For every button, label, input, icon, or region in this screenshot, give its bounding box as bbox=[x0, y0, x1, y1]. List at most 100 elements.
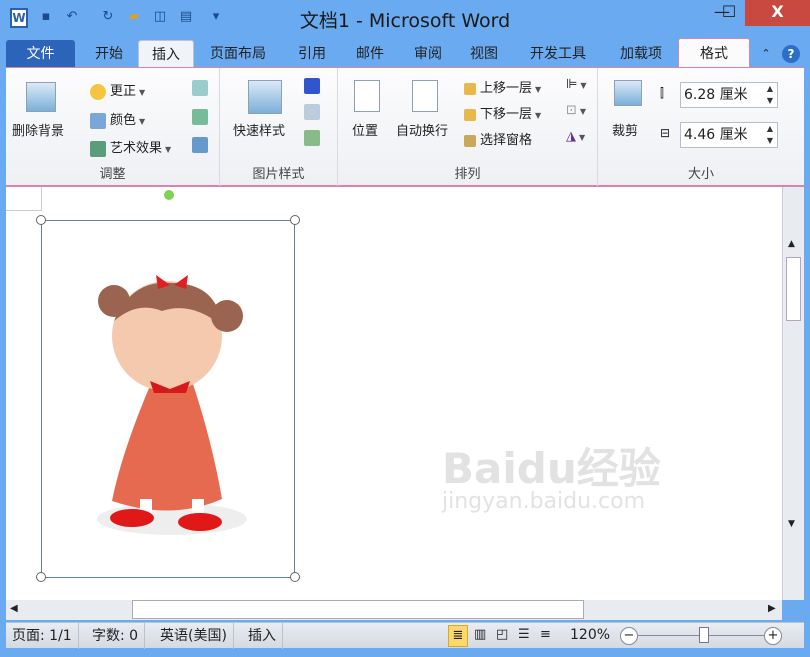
rotate-handle[interactable] bbox=[164, 190, 174, 200]
width-input[interactable]: 4.46 厘米 ▲ ▼ bbox=[680, 122, 778, 148]
quick-styles-icon bbox=[248, 80, 282, 114]
page-count[interactable]: 页面: 1/1 bbox=[6, 623, 79, 649]
language[interactable]: 英语(美国) bbox=[154, 623, 234, 649]
scroll-up-icon[interactable]: ▲ bbox=[788, 239, 795, 249]
full-screen-reading-icon[interactable]: ▥ bbox=[474, 627, 486, 642]
ribbon-tabs: 文件 开始 插入 页面布局 引用 邮件 审阅 视图 开发工具 加载项 格式 ⌃ … bbox=[6, 38, 806, 68]
document-page[interactable]: Baidu经验 jingyan.baidu.com bbox=[6, 187, 782, 600]
height-input[interactable]: 6.28 厘米 ▲ ▼ bbox=[680, 82, 778, 108]
send-backward-label: 下移一层 bbox=[480, 107, 533, 122]
cartoon-girl-image bbox=[97, 275, 247, 535]
remove-background-button[interactable]: 删除背景 bbox=[12, 120, 64, 139]
tab-insert[interactable]: 插入 bbox=[138, 40, 194, 68]
collapse-ribbon-icon[interactable]: ⌃ bbox=[758, 40, 774, 68]
position-icon bbox=[354, 80, 380, 112]
resize-handle[interactable] bbox=[36, 215, 46, 225]
bring-forward-button[interactable]: 上移一层 ▼ bbox=[464, 77, 541, 96]
crop-button[interactable]: 裁剪 bbox=[612, 120, 638, 139]
tab-view[interactable]: 视图 bbox=[456, 40, 512, 68]
selection-pane-label: 选择窗格 bbox=[480, 133, 533, 148]
scroll-thumb[interactable] bbox=[132, 600, 584, 619]
resize-handle[interactable] bbox=[36, 572, 46, 582]
zoom-out-button[interactable]: − bbox=[620, 627, 638, 645]
picture-layout-icon[interactable] bbox=[304, 130, 320, 146]
width-value: 4.46 厘米 bbox=[684, 127, 748, 143]
group-size: 裁剪 ⫿ 6.28 厘米 ▲ ▼ ⊟ 4.46 厘米 ▲ ▼ 大小 bbox=[598, 68, 804, 186]
zoom-level[interactable]: 120% bbox=[570, 627, 610, 643]
width-icon: ⊟ bbox=[660, 126, 671, 140]
close-button[interactable]: X bbox=[745, 0, 810, 26]
align-icon[interactable]: ⊫ ▼ bbox=[566, 77, 586, 92]
watermark-logo: Baidu经验 bbox=[442, 444, 661, 493]
send-backward-icon bbox=[464, 108, 476, 121]
group-label: 排列 bbox=[454, 167, 481, 182]
title-bar: W ▪ ↶ ↻ ▰ ◫ ▤ ▾ 文档1 - Microsoft Word — ☐… bbox=[0, 0, 810, 38]
resize-handle[interactable] bbox=[290, 215, 300, 225]
position-button[interactable]: 位置 bbox=[352, 120, 378, 139]
selection-pane-button[interactable]: 选择窗格 bbox=[464, 129, 532, 148]
tab-page-layout[interactable]: 页面布局 bbox=[198, 40, 278, 68]
artistic-icon bbox=[90, 140, 106, 157]
height-icon: ⫿ bbox=[660, 86, 664, 100]
corrections-button[interactable]: 更正 ▼ bbox=[90, 80, 145, 100]
tab-file[interactable]: 文件 bbox=[6, 40, 75, 68]
group-label: 大小 bbox=[687, 167, 714, 182]
status-bar: 页面: 1/1 字数: 0 英语(美国) 插入 ≣ ▥ ◰ ☰ ≡ 120% −… bbox=[6, 622, 804, 649]
change-picture-icon[interactable] bbox=[192, 109, 208, 125]
selected-picture[interactable] bbox=[41, 220, 295, 578]
tab-developer[interactable]: 开发工具 bbox=[518, 40, 598, 68]
height-spinner[interactable]: ▲ ▼ bbox=[767, 83, 773, 107]
tab-references[interactable]: 引用 bbox=[284, 40, 340, 68]
height-value: 6.28 厘米 bbox=[684, 87, 748, 103]
tab-format[interactable]: 格式 bbox=[678, 38, 750, 68]
send-backward-button[interactable]: 下移一层 ▼ bbox=[464, 103, 541, 122]
scroll-right-icon[interactable]: ▶ bbox=[768, 603, 776, 614]
draft-icon[interactable]: ≡ bbox=[540, 627, 551, 642]
bring-forward-icon bbox=[464, 82, 476, 95]
tab-mailings[interactable]: 邮件 bbox=[342, 40, 398, 68]
remove-background-icon bbox=[26, 82, 56, 112]
reset-picture-icon[interactable] bbox=[192, 137, 208, 153]
corrections-label: 更正 bbox=[110, 84, 137, 99]
zoom-in-button[interactable]: + bbox=[764, 627, 782, 645]
horizontal-scrollbar[interactable]: ◀ ▶ bbox=[6, 600, 782, 620]
word-count[interactable]: 字数: 0 bbox=[86, 623, 146, 649]
margin-corner bbox=[6, 187, 42, 211]
group-arrange: 位置 自动换行 上移一层 ▼ 下移一层 ▼ 选择窗格 ⊫ ▼ ⊡ ▼ ◮ ▼ 排列 bbox=[338, 68, 598, 186]
color-icon bbox=[90, 112, 106, 129]
rotate-icon[interactable]: ◮ ▼ bbox=[566, 129, 585, 144]
width-spinner[interactable]: ▲ ▼ bbox=[767, 123, 773, 147]
color-button[interactable]: 颜色 ▼ bbox=[90, 109, 145, 129]
tab-home[interactable]: 开始 bbox=[81, 40, 137, 68]
artistic-effects-button[interactable]: 艺术效果 ▼ bbox=[90, 137, 171, 157]
vertical-scrollbar[interactable]: ▲ ▼ bbox=[782, 187, 804, 600]
outline-icon[interactable]: ☰ bbox=[518, 627, 530, 642]
group-label: 调整 bbox=[99, 167, 126, 182]
tab-review[interactable]: 审阅 bbox=[400, 40, 456, 68]
zoom-slider-thumb[interactable] bbox=[699, 627, 709, 643]
resize-handle[interactable] bbox=[290, 572, 300, 582]
compress-pictures-icon[interactable] bbox=[192, 80, 208, 96]
web-layout-icon[interactable]: ◰ bbox=[496, 627, 508, 642]
wrap-text-button[interactable]: 自动换行 bbox=[396, 120, 448, 139]
tab-addins[interactable]: 加载项 bbox=[606, 40, 676, 68]
scroll-down-icon[interactable]: ▼ bbox=[788, 519, 795, 529]
crop-icon bbox=[614, 80, 642, 106]
bring-forward-label: 上移一层 bbox=[480, 81, 533, 96]
ribbon: 删除背景 更正 ▼ 颜色 ▼ 艺术效果 ▼ 调整 快速样式 图片样式 位置 自动换行 … bbox=[6, 67, 804, 187]
picture-border-icon[interactable] bbox=[304, 78, 320, 94]
group-icon[interactable]: ⊡ ▼ bbox=[566, 103, 586, 118]
sun-icon bbox=[90, 83, 106, 100]
scroll-left-icon[interactable]: ◀ bbox=[10, 603, 18, 614]
picture-effects-icon[interactable] bbox=[304, 104, 320, 120]
print-layout-icon[interactable]: ≣ bbox=[448, 625, 468, 647]
insert-mode[interactable]: 插入 bbox=[242, 623, 283, 649]
watermark-url: jingyan.baidu.com bbox=[442, 489, 646, 514]
selection-pane-icon bbox=[464, 134, 476, 147]
help-icon[interactable]: ? bbox=[782, 45, 800, 63]
group-adjust: 删除背景 更正 ▼ 颜色 ▼ 艺术效果 ▼ 调整 bbox=[6, 68, 220, 186]
window-title: 文档1 - Microsoft Word bbox=[299, 10, 511, 32]
scroll-thumb[interactable] bbox=[786, 257, 801, 321]
quick-styles-button[interactable]: 快速样式 bbox=[233, 120, 285, 139]
maximize-button[interactable]: ☐ bbox=[712, 0, 746, 26]
